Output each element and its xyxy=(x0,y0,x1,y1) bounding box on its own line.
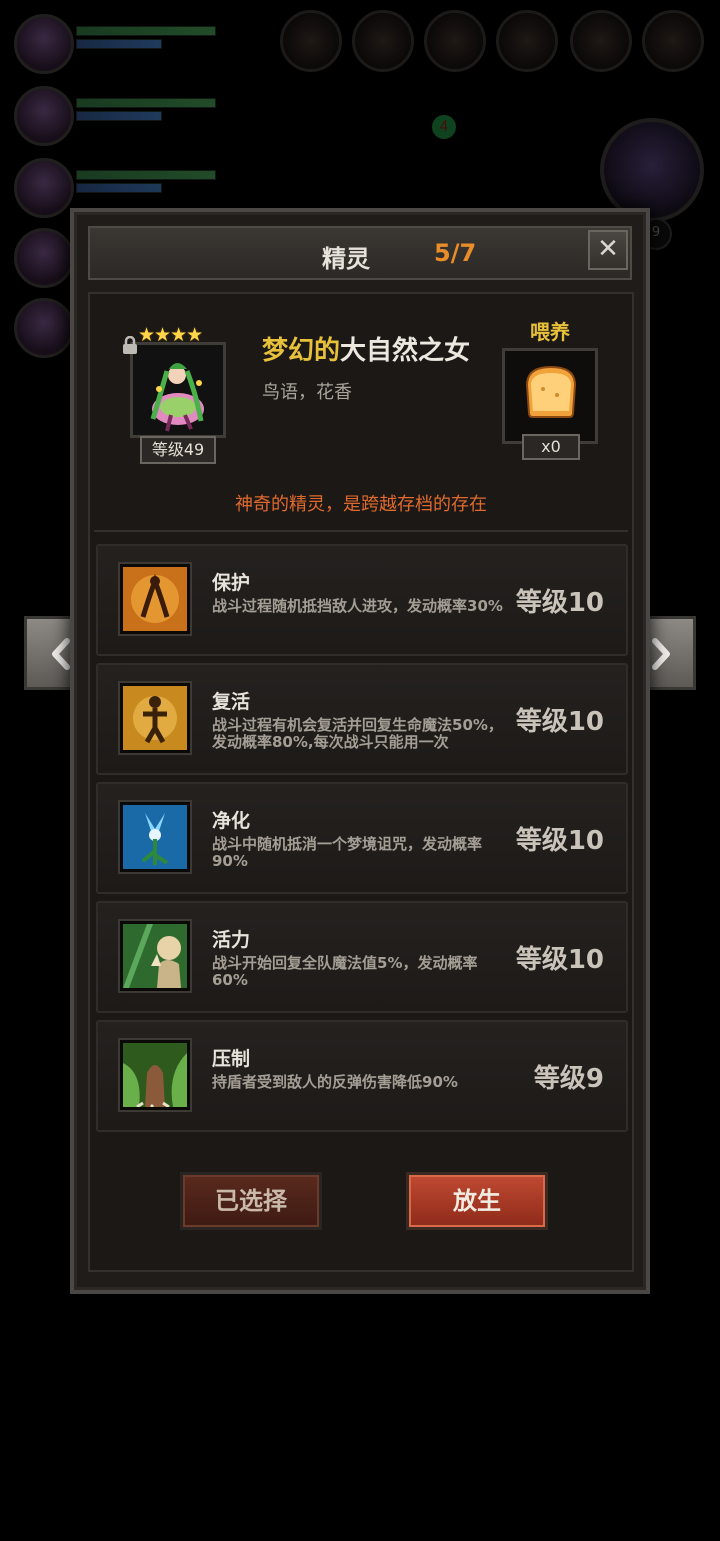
party-portrait xyxy=(14,158,74,218)
equipment-slot-armor xyxy=(496,10,558,72)
feed-label: 喂养 xyxy=(530,320,570,344)
skill-name: 压制 xyxy=(212,1048,251,1070)
release-button[interactable]: 放生 xyxy=(406,1172,548,1230)
party-portrait xyxy=(14,228,74,288)
panel-header: 精灵 5/7 xyxy=(88,226,632,280)
panel-title: 精灵 xyxy=(322,245,370,273)
bread-icon xyxy=(525,365,577,418)
equipment-slot-helmet xyxy=(424,10,486,72)
skill-row-protect[interactable]: 保护 战斗过程随机抵挡敌人进攻，发动概率30% 等级10 xyxy=(96,544,628,656)
skill-description: 战斗开始回复全队魔法值5%，发动概率60% xyxy=(212,954,478,989)
skill-name: 活力 xyxy=(212,929,251,951)
skill-level: 等级10 xyxy=(515,707,604,737)
spirit-name: 梦幻的大自然之女 xyxy=(262,330,470,367)
party-portrait xyxy=(14,86,74,146)
hero-portrait xyxy=(600,118,704,222)
revive-figure-icon xyxy=(118,681,192,755)
mp-bar xyxy=(76,183,162,193)
skill-row-vitality[interactable]: 活力 战斗开始回复全队魔法值5%，发动概率60% 等级10 xyxy=(96,901,628,1013)
panel-body: ★★★★ 等级49 梦幻的大自然之女 鸟语，花香 喂养 x0 神奇的精灵，是跨越… xyxy=(88,292,634,1272)
skill-description: 战斗过程有机会复活并回复生命魔法50%，发动概率80%,每次战斗只能用一次 xyxy=(212,716,503,751)
skill-description: 持盾者受到敌人的反弹伤害降低90% xyxy=(212,1073,458,1091)
feed-slot[interactable] xyxy=(502,348,598,444)
spirit-name-main: 大自然之女 xyxy=(340,336,471,366)
skill-row-purify[interactable]: 净化 战斗中随机抵消一个梦境诅咒，发动概率90% 等级10 xyxy=(96,782,628,894)
party-member-2 xyxy=(14,86,224,148)
skill-description: 战斗过程随机抵挡敌人进攻，发动概率30% xyxy=(212,597,503,615)
blue-flower-icon xyxy=(118,800,192,874)
map-marker: 4 xyxy=(432,115,456,139)
equipment-slot-weapon xyxy=(280,10,342,72)
skill-description: 战斗中随机抵消一个梦境诅咒，发动概率90% xyxy=(212,835,483,870)
party-portrait xyxy=(14,298,74,358)
spirit-subtitle: 鸟语，花香 xyxy=(262,382,352,403)
equipment-slot-amulet xyxy=(570,10,632,72)
skill-row-revive[interactable]: 复活 战斗过程有机会复活并回复生命魔法50%，发动概率80%,每次战斗只能用一次… xyxy=(96,663,628,775)
nature-daughter-icon xyxy=(150,363,204,432)
skill-level: 等级10 xyxy=(515,945,604,975)
skill-level: 等级10 xyxy=(515,826,604,856)
star-rating: ★★★★ xyxy=(138,324,203,346)
spirit-panel: 精灵 5/7 ✕ ★★★★ 等级49 梦幻的大自然之女 鸟语，花香 喂养 x0 … xyxy=(70,208,650,1294)
skill-row-suppress[interactable]: 压制 持盾者受到敌人的反弹伤害降低90% 等级9 xyxy=(96,1020,628,1132)
spirit-card: ★★★★ 等级49 xyxy=(112,324,234,464)
lock-icon[interactable] xyxy=(122,336,138,354)
spirit-count: 5/7 xyxy=(434,239,477,267)
hp-bar xyxy=(76,98,216,108)
skill-name: 复活 xyxy=(212,691,251,713)
skill-level: 等级9 xyxy=(533,1064,604,1094)
party-member-1 xyxy=(14,14,224,76)
spirit-level: 等级49 xyxy=(140,436,216,464)
hp-bar xyxy=(76,170,216,180)
close-button[interactable]: ✕ xyxy=(588,230,628,270)
party-portrait xyxy=(14,14,74,74)
beast-claw-icon xyxy=(118,1038,192,1112)
mp-bar xyxy=(76,111,162,121)
spirit-description: 神奇的精灵，是跨越存档的存在 xyxy=(235,494,487,515)
equipment-slot-bag xyxy=(352,10,414,72)
praying-elf-icon xyxy=(118,919,192,993)
skill-level: 等级10 xyxy=(515,588,604,618)
skill-name: 净化 xyxy=(212,810,251,832)
mp-bar xyxy=(76,39,162,49)
divider xyxy=(94,530,628,532)
equipment-slot-scroll xyxy=(642,10,704,72)
spirit-name-prefix: 梦幻的 xyxy=(262,336,341,366)
spirit-portrait xyxy=(130,342,226,438)
fairy-shield-icon xyxy=(118,562,192,636)
selected-button[interactable]: 已选择 xyxy=(180,1172,322,1230)
skill-name: 保护 xyxy=(212,572,251,594)
hp-bar xyxy=(76,26,216,36)
feed-count: x0 xyxy=(522,434,580,460)
